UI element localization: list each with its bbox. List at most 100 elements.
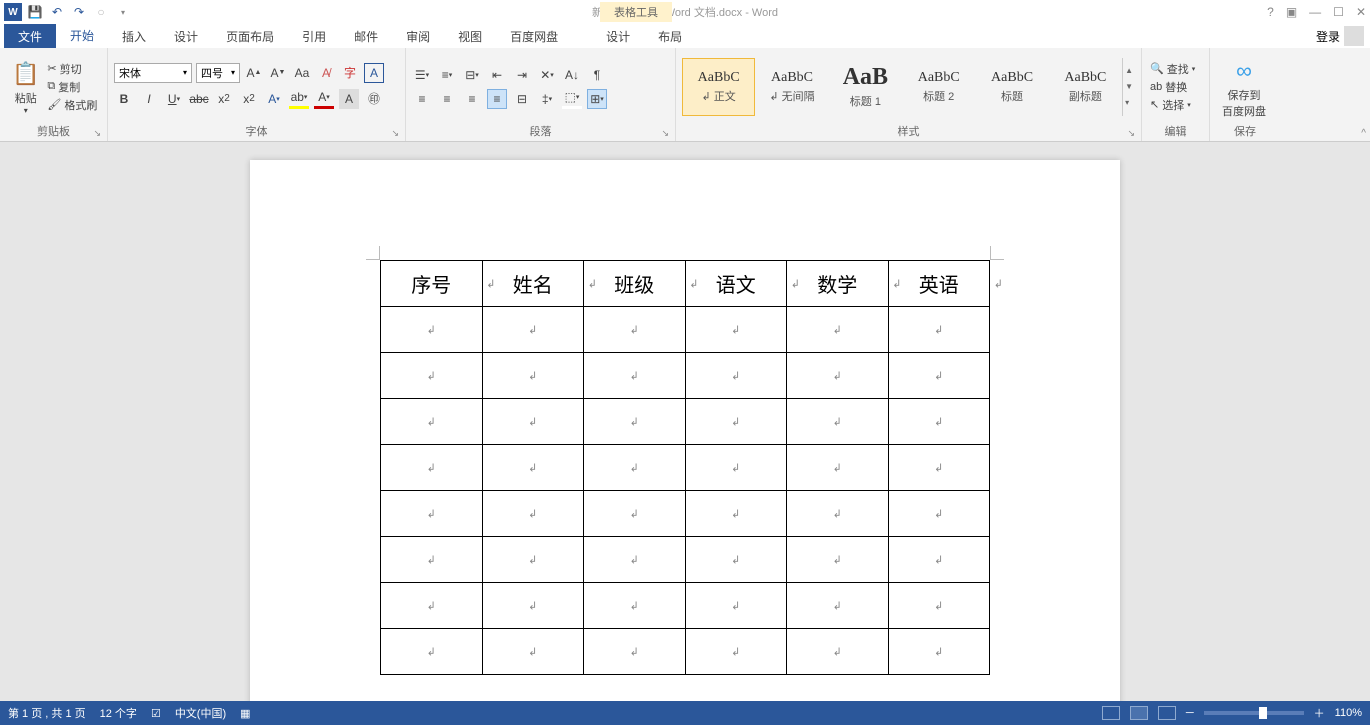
zoom-thumb[interactable] (1259, 707, 1267, 719)
tab-home[interactable]: 开始 (56, 23, 108, 50)
char-border-icon[interactable]: A (364, 63, 384, 83)
table-cell[interactable]: ↲ (787, 445, 889, 491)
tab-references[interactable]: 引用 (288, 24, 340, 49)
table-cell[interactable]: ↲ (584, 537, 686, 583)
multilevel-icon[interactable]: ⊟▾ (462, 65, 482, 85)
page-indicator[interactable]: 第 1 页 , 共 1 页 (8, 705, 86, 721)
decrease-indent-icon[interactable]: ⇤ (487, 65, 507, 85)
table-cell[interactable]: ↲ (888, 445, 990, 491)
table-cell[interactable]: ↲ (685, 537, 787, 583)
table-header-cell[interactable]: 数学↲ (787, 261, 889, 307)
zoom-out-icon[interactable]: ─ (1186, 707, 1194, 719)
sort-icon[interactable]: A↓ (562, 65, 582, 85)
tab-file[interactable]: 文件 (4, 24, 56, 49)
show-marks-icon[interactable]: ¶ (587, 65, 607, 85)
style-item[interactable]: AaBbC↲ 正文 (682, 58, 755, 116)
table-cell[interactable]: ↲ (584, 583, 686, 629)
table-cell[interactable]: ↲ (584, 307, 686, 353)
font-launcher-icon[interactable]: ↘ (391, 128, 399, 139)
strike-button[interactable]: abc (189, 89, 209, 109)
table-header-cell[interactable]: 英语↲ (888, 261, 990, 307)
help-icon[interactable]: ? (1267, 5, 1274, 19)
document-area[interactable]: 序号↲姓名↲班级↲语文↲数学↲英语↲↲↲↲↲↲↲↲↲↲↲↲↲↲↲↲↲↲↲↲↲↲↲… (0, 142, 1370, 701)
tab-design[interactable]: 设计 (160, 24, 212, 49)
font-color-icon[interactable]: A▾ (314, 89, 334, 109)
format-painter-button[interactable]: 🖌格式刷 (47, 97, 97, 113)
zoom-level[interactable]: 110% (1335, 707, 1362, 719)
table-cell[interactable]: ↲ (584, 491, 686, 537)
text-direction-icon[interactable]: ✕▾ (537, 65, 557, 85)
table-cell[interactable]: ↲ (787, 307, 889, 353)
web-layout-icon[interactable] (1158, 706, 1176, 720)
table-cell[interactable]: ↲ (381, 537, 483, 583)
font-name-combo[interactable]: 宋体▾ (114, 63, 192, 83)
table-cell[interactable]: ↲ (482, 537, 584, 583)
table-cell[interactable]: ↲ (482, 445, 584, 491)
styles-launcher-icon[interactable]: ↘ (1127, 128, 1135, 139)
maximize-icon[interactable]: ☐ (1333, 5, 1344, 19)
table-header-cell[interactable]: 班级↲ (584, 261, 686, 307)
minimize-icon[interactable]: — (1309, 5, 1321, 19)
distribute-icon[interactable]: ⊟ (512, 89, 532, 109)
table-cell[interactable]: ↲ (584, 353, 686, 399)
highlight-icon[interactable]: ab▾ (289, 89, 309, 109)
table-cell[interactable]: ↲ (482, 629, 584, 675)
table-cell[interactable]: ↲ (787, 537, 889, 583)
numbering-icon[interactable]: ≡▾ (437, 65, 457, 85)
table-cell[interactable]: ↲ (685, 445, 787, 491)
table-cell[interactable]: ↲ (584, 399, 686, 445)
tab-table-design[interactable]: 设计 (592, 24, 644, 49)
style-item[interactable]: AaBbC↲ 无间隔 (755, 58, 828, 116)
table-cell[interactable]: ↲ (482, 583, 584, 629)
redo-icon[interactable]: ↷ (70, 3, 88, 21)
tab-view[interactable]: 视图 (444, 24, 496, 49)
replace-button[interactable]: ab替换 (1150, 79, 1195, 95)
table-cell[interactable]: ↲ (888, 399, 990, 445)
table-header-cell[interactable]: 序号↲ (381, 261, 483, 307)
table-cell[interactable]: ↲ (888, 307, 990, 353)
spellcheck-icon[interactable]: ☑ (151, 707, 161, 720)
shading-icon[interactable]: ⬚▾ (562, 89, 582, 109)
document-table[interactable]: 序号↲姓名↲班级↲语文↲数学↲英语↲↲↲↲↲↲↲↲↲↲↲↲↲↲↲↲↲↲↲↲↲↲↲… (380, 260, 990, 675)
table-cell[interactable]: ↲ (381, 353, 483, 399)
tab-baidu[interactable]: 百度网盘 (496, 24, 572, 49)
table-cell[interactable]: ↲ (381, 583, 483, 629)
table-cell[interactable]: ↲ (787, 583, 889, 629)
line-spacing-icon[interactable]: ‡▾ (537, 89, 557, 109)
tab-insert[interactable]: 插入 (108, 24, 160, 49)
table-cell[interactable]: ↲ (381, 491, 483, 537)
table-cell[interactable]: ↲ (787, 491, 889, 537)
table-header-cell[interactable]: 姓名↲ (482, 261, 584, 307)
clear-format-icon[interactable]: A̸ (316, 63, 336, 83)
tab-table-layout[interactable]: 布局 (644, 24, 696, 49)
table-cell[interactable]: ↲ (381, 629, 483, 675)
zoom-in-icon[interactable]: ＋ (1314, 705, 1325, 721)
subscript-button[interactable]: x2 (214, 89, 234, 109)
table-cell[interactable]: ↲ (584, 629, 686, 675)
enclose-char-icon[interactable]: ㊞ (364, 89, 384, 109)
print-layout-icon[interactable] (1130, 706, 1148, 720)
font-size-combo[interactable]: 四号▾ (196, 63, 240, 83)
clipboard-launcher-icon[interactable]: ↘ (93, 128, 101, 139)
ribbon-toggle-icon[interactable]: ▣ (1286, 5, 1297, 19)
undo-icon[interactable]: ↶ (48, 3, 66, 21)
select-button[interactable]: ↖选择▾ (1150, 97, 1195, 113)
increase-indent-icon[interactable]: ⇥ (512, 65, 532, 85)
styles-scroll[interactable]: ▲▼▾ (1122, 58, 1135, 116)
table-cell[interactable]: ↲ (888, 537, 990, 583)
tab-page-layout[interactable]: 页面布局 (212, 24, 288, 49)
save-icon[interactable]: 💾 (26, 3, 44, 21)
table-cell[interactable]: ↲ (888, 491, 990, 537)
table-header-cell[interactable]: 语文↲ (685, 261, 787, 307)
tab-review[interactable]: 审阅 (392, 24, 444, 49)
shrink-font-icon[interactable]: A▼ (268, 63, 288, 83)
qat-dropdown-icon[interactable]: ▾ (114, 3, 132, 21)
style-item[interactable]: AaB标题 1 (829, 58, 902, 116)
superscript-button[interactable]: x2 (239, 89, 259, 109)
style-item[interactable]: AaBbC标题 2 (902, 58, 975, 116)
table-cell[interactable]: ↲ (685, 629, 787, 675)
read-mode-icon[interactable] (1102, 706, 1120, 720)
cut-button[interactable]: ✂剪切 (47, 61, 97, 77)
table-cell[interactable]: ↲ (381, 399, 483, 445)
login-area[interactable]: 登录 (1316, 26, 1364, 46)
